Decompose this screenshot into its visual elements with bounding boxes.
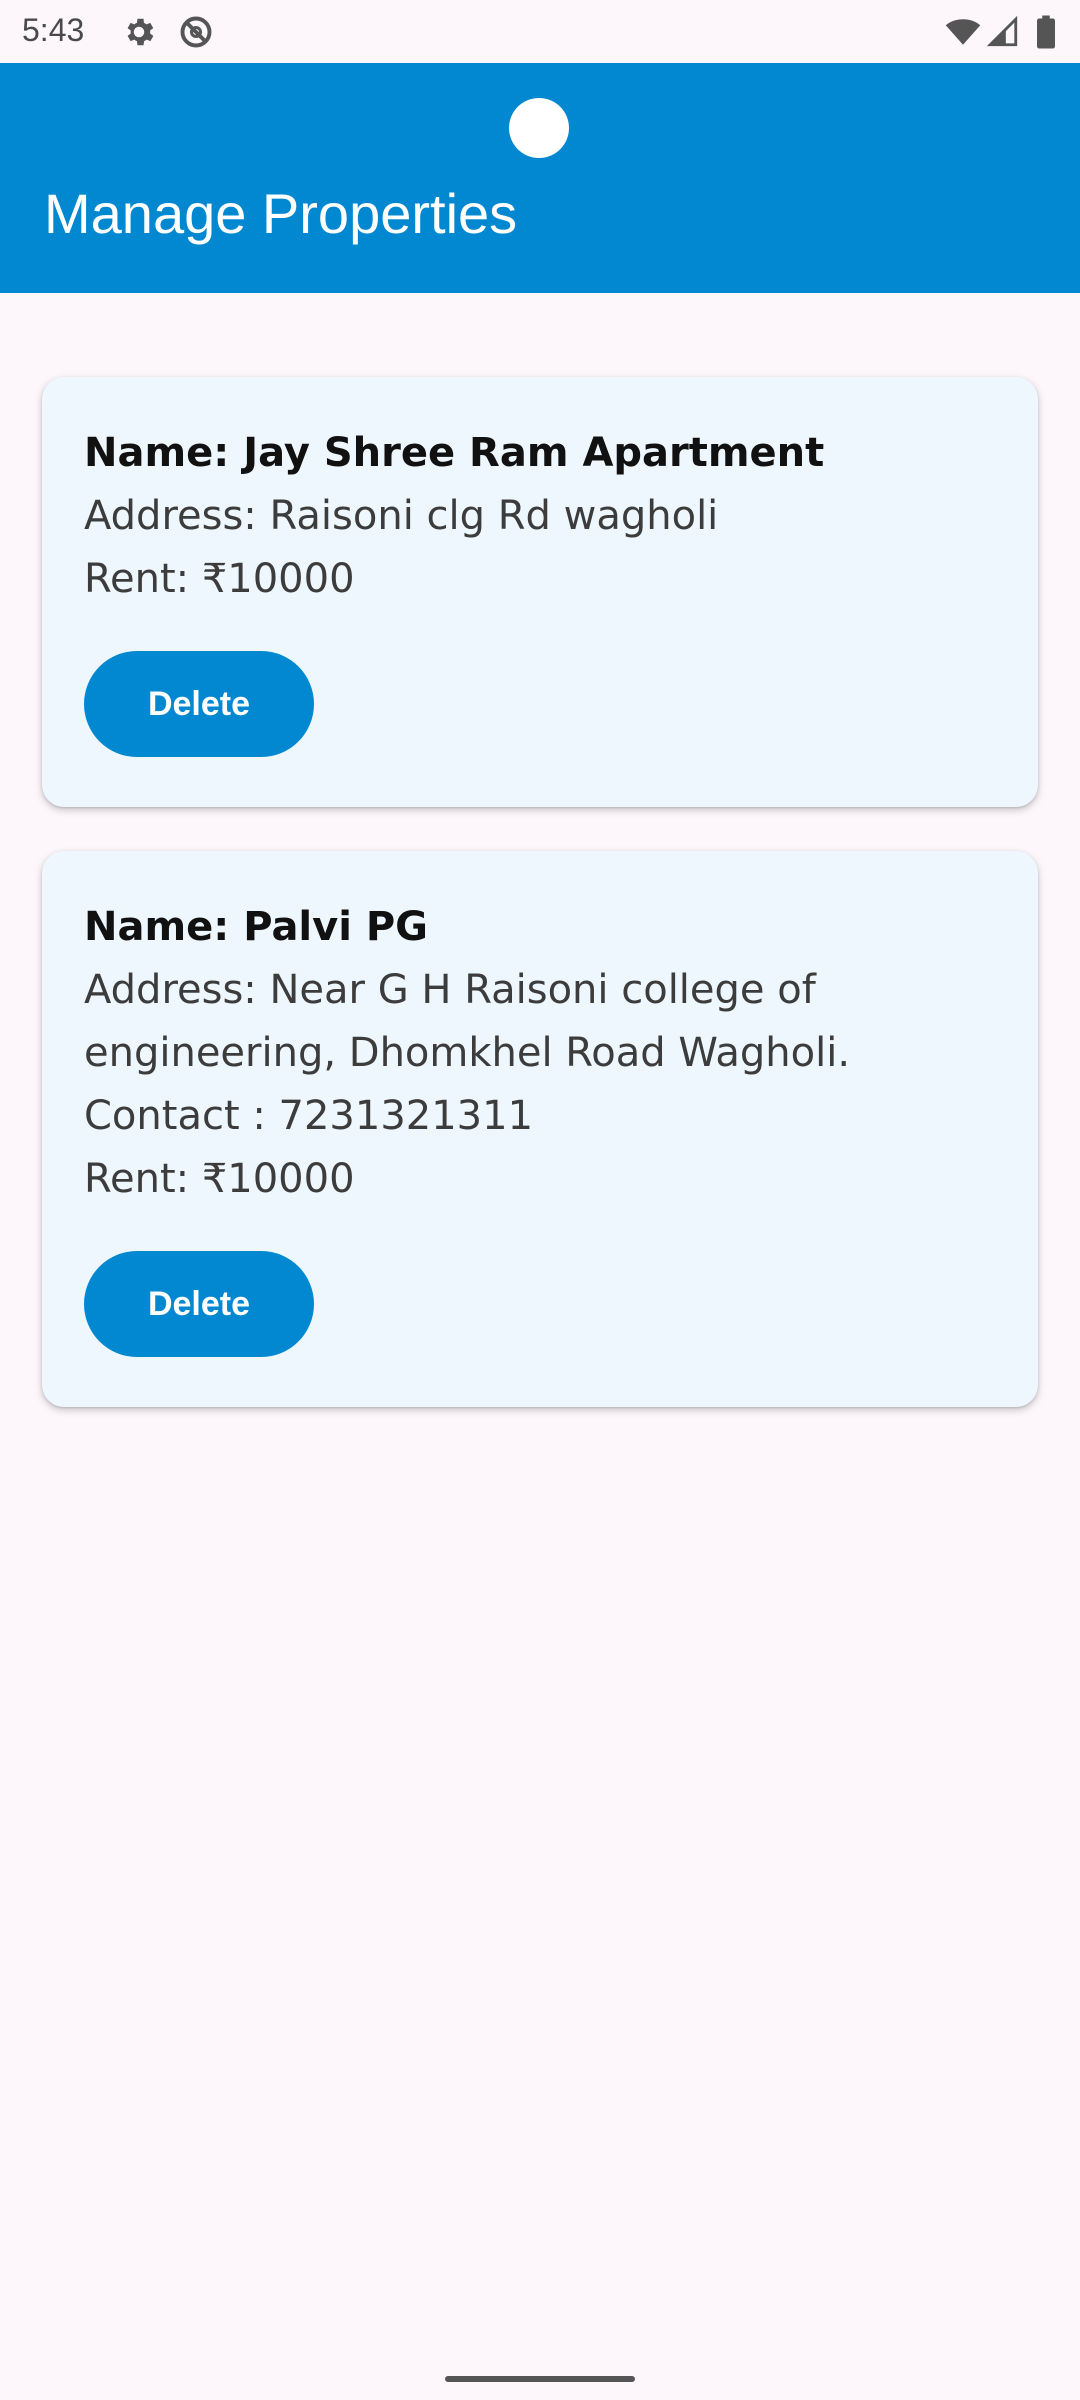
battery-icon xyxy=(1034,14,1058,50)
property-card: Name: Jay Shree Ram Apartment Address: R… xyxy=(42,377,1038,807)
delete-button[interactable]: Delete xyxy=(84,1251,314,1357)
property-rent: Rent: ₹10000 xyxy=(84,1156,355,1202)
status-time: 5:43 xyxy=(22,12,85,48)
property-address: Address: Raisoni clg Rd wagholi xyxy=(84,493,719,539)
property-name: Name: Jay Shree Ram Apartment xyxy=(84,430,825,476)
camera-cutout xyxy=(509,98,569,158)
property-card: Name: Palvi PG Address: Near G H Raisoni… xyxy=(42,851,1038,1407)
page-title: Manage Properties xyxy=(44,182,518,245)
settings-icon xyxy=(121,14,157,50)
property-address-line-1: Address: Near G H Raisoni college of xyxy=(84,967,816,1013)
gesture-bar[interactable] xyxy=(445,2376,635,2382)
delete-button[interactable]: Delete xyxy=(84,651,314,757)
property-address-line-2: engineering, Dhomkhel Road Wagholi. xyxy=(84,1030,851,1076)
wifi-icon xyxy=(944,14,981,50)
do-not-disturb-icon xyxy=(178,14,214,50)
property-name: Name: Palvi PG xyxy=(84,904,429,950)
signal-icon xyxy=(986,14,1022,50)
app-bar: Manage Properties xyxy=(0,63,1080,293)
status-bar: 5:43 xyxy=(0,0,1080,63)
property-rent: Rent: ₹10000 xyxy=(84,556,355,602)
property-contact: Contact : 7231321311 xyxy=(84,1093,534,1139)
